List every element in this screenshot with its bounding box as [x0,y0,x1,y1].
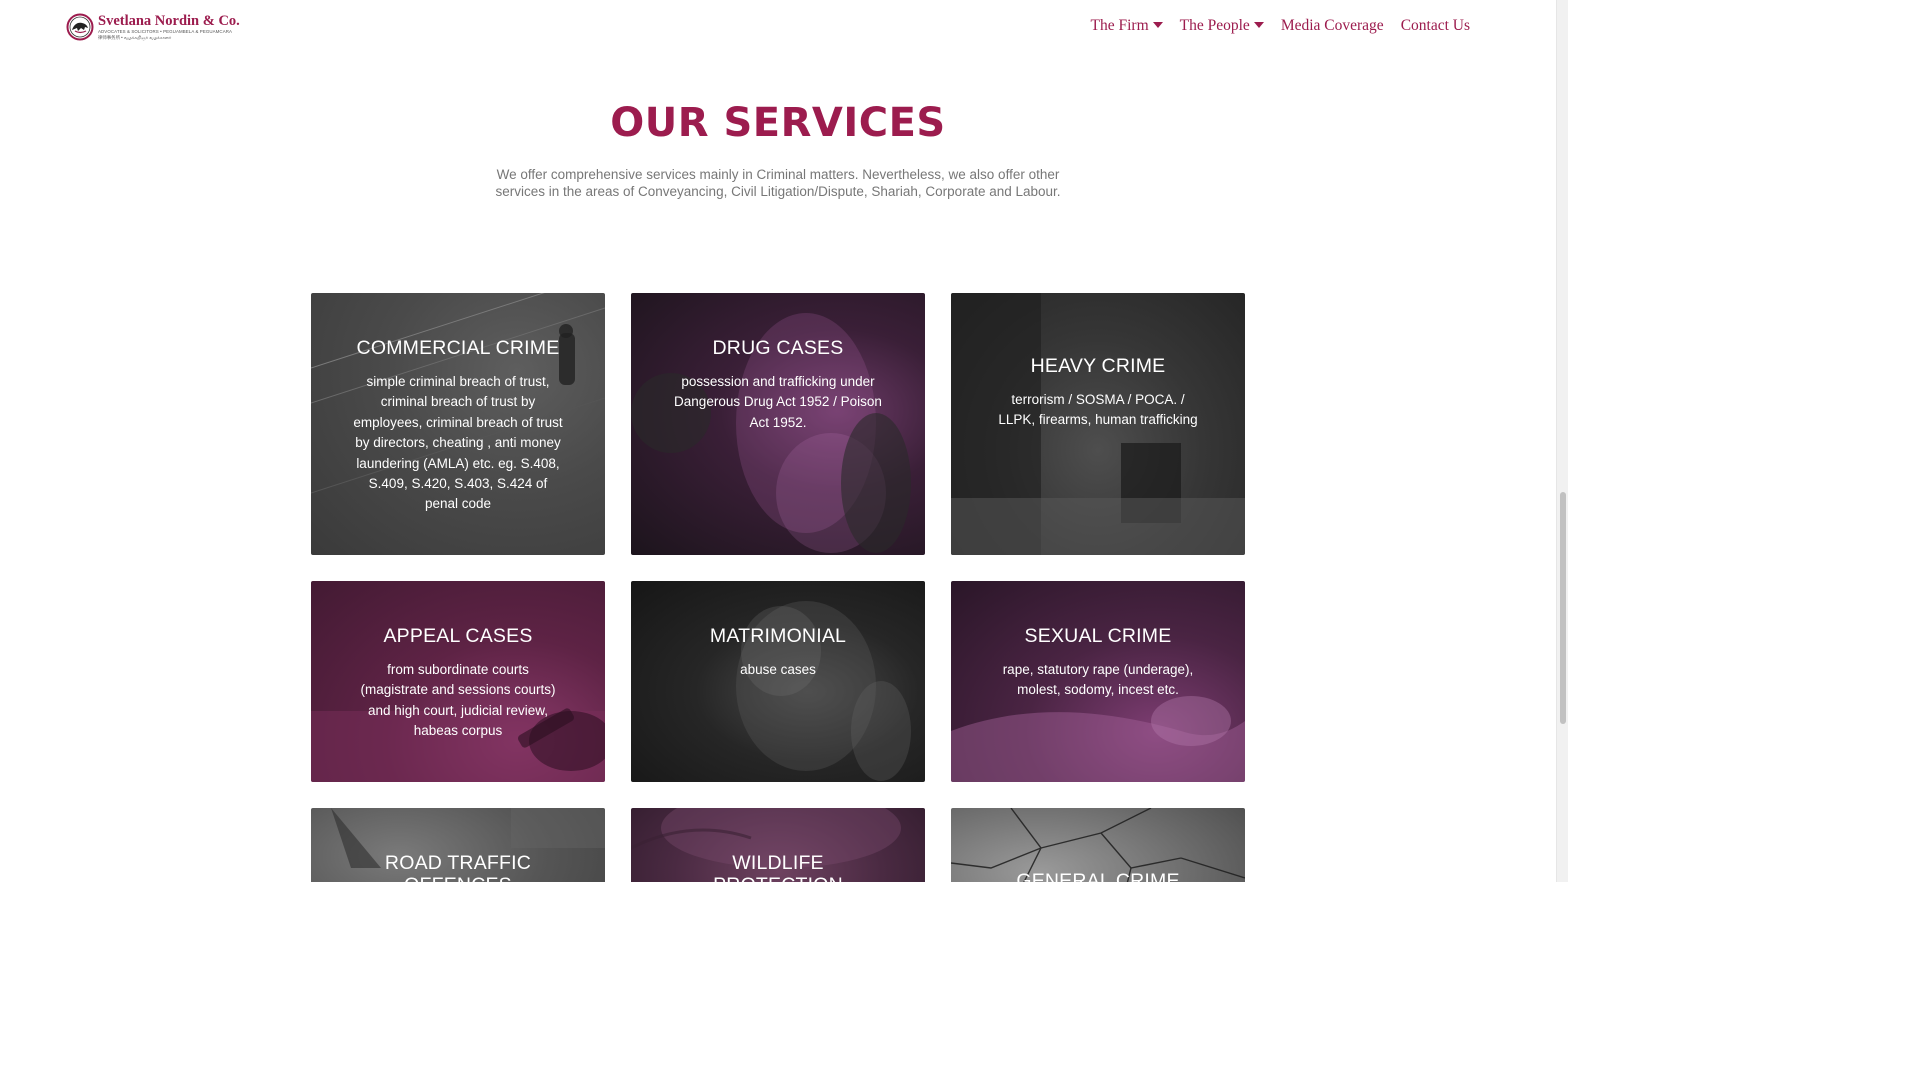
nav-contact-us[interactable]: Contact Us [1401,17,1470,35]
card-content: ROAD TRAFFIC OFFENCES [311,852,605,882]
service-card-wildlife-protection-offences[interactable]: WILDLIFE PROTECTION OFFENCES [631,808,925,882]
service-card-sexual-crime[interactable]: SEXUAL CRIME rape, statutory rape (under… [951,581,1245,782]
nav-media-coverage[interactable]: Media Coverage [1281,17,1384,35]
card-content: SEXUAL CRIME rape, statutory rape (under… [951,625,1245,701]
service-card-appeal-cases[interactable]: APPEAL CASES from subordinate courts (ma… [311,581,605,782]
card-title: MATRIMONIAL [709,625,847,647]
logo-subtitle-2: 律师事务所 • வழக்கறிஞர் வழக்காளர் [98,34,172,40]
scrollbar-thumb[interactable] [1560,492,1566,724]
card-text: terrorism / SOSMA / POCA. / LLPK, firear… [998,392,1198,428]
main-nav: The Firm The People Media Coverage Conta… [1091,17,1470,35]
card-content: MATRIMONIAL abuse cases [631,625,925,680]
nav-the-firm[interactable]: The Firm [1091,17,1163,35]
services-title: OUR SERVICES [610,100,946,146]
card-background-image [736,601,911,781]
logo-name: Svetlana Nordin & Co. [98,12,240,29]
card-content: HEAVY CRIME terrorism / SOSMA / POCA. / … [951,355,1245,431]
logo-emblem-icon [66,13,94,41]
nav-the-people[interactable]: The People [1180,17,1264,35]
card-title: HEAVY CRIME [1030,355,1166,377]
service-card-commercial-crime[interactable]: COMMERCIAL CRIME simple criminal breach … [311,293,605,555]
card-title: COMMERCIAL CRIME [356,337,560,359]
services-description: We offer comprehensive services mainly i… [495,167,1061,199]
card-title: SEXUAL CRIME [1024,625,1172,647]
card-title: DRUG CASES [712,337,844,359]
card-title: ROAD TRAFFIC OFFENCES [384,852,532,882]
nav-contact-us-label: Contact Us [1400,17,1470,34]
card-text: possession and trafficking under Dangero… [674,374,882,430]
site-header: Svetlana Nordin & Co. ADVOCATES & SOLICI… [0,0,1556,56]
logo-text: Svetlana Nordin & Co. ADVOCATES & SOLICI… [98,14,240,40]
nav-the-firm-label: The Firm [1090,17,1149,34]
card-title: GENERAL CRIME [1016,870,1180,882]
caret-down-icon [1152,22,1163,28]
card-title: APPEAL CASES [383,625,533,647]
card-content: APPEAL CASES from subordinate courts (ma… [311,625,605,742]
service-card-road-traffic-offences[interactable]: ROAD TRAFFIC OFFENCES [311,808,605,882]
nav-the-people-label: The People [1179,17,1250,34]
service-card-heavy-crime[interactable]: HEAVY CRIME terrorism / SOSMA / POCA. / … [951,293,1245,555]
service-card-matrimonial[interactable]: MATRIMONIAL abuse cases [631,581,925,782]
card-content: WILDLIFE PROTECTION OFFENCES [631,852,925,882]
nav-media-coverage-label: Media Coverage [1280,17,1384,34]
card-text: simple criminal breach of trust, crimina… [353,374,563,512]
card-text: from subordinate courts (magistrate and … [360,662,556,739]
card-text: rape, statutory rape (underage), molest,… [1002,662,1194,698]
service-card-general-crime[interactable]: GENERAL CRIME [951,808,1245,882]
logo[interactable]: Svetlana Nordin & Co. ADVOCATES & SOLICI… [66,12,242,42]
card-title: WILDLIFE PROTECTION OFFENCES [713,852,843,882]
page: Svetlana Nordin & Co. ADVOCATES & SOLICI… [0,0,1568,882]
card-content: COMMERCIAL CRIME simple criminal breach … [311,337,605,515]
caret-down-icon [1253,22,1264,28]
card-content: GENERAL CRIME [951,870,1245,882]
card-content: DRUG CASES possession and trafficking un… [631,337,925,433]
service-card-drug-cases[interactable]: DRUG CASES possession and trafficking un… [631,293,925,555]
page-scrollbar[interactable] [1556,0,1568,882]
card-text: abuse cases [740,662,816,677]
